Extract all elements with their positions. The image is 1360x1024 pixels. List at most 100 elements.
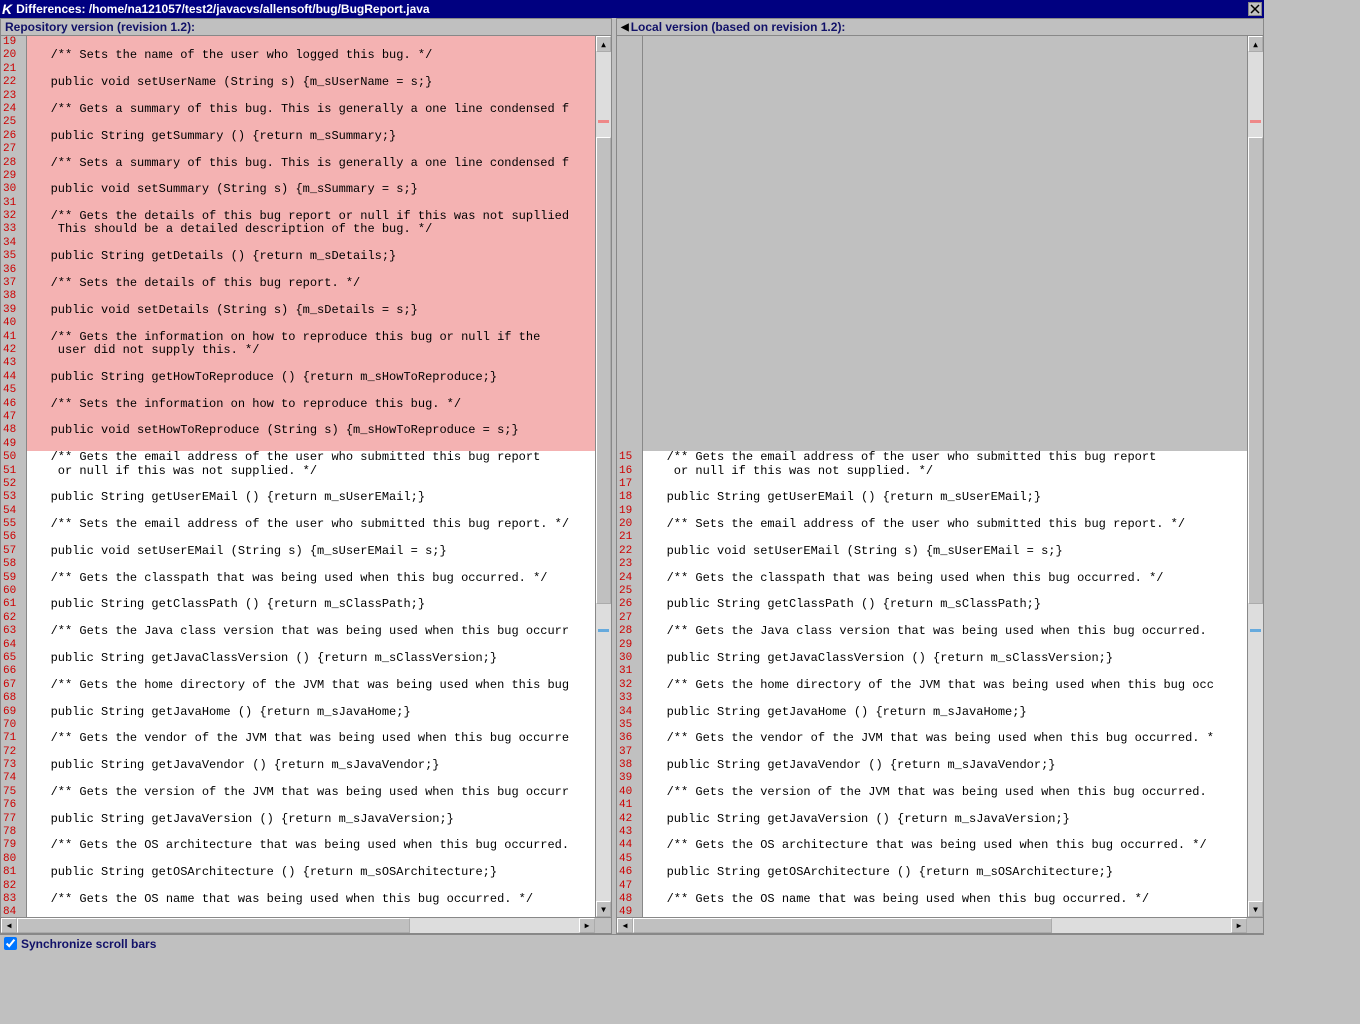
code-line[interactable]: /** Gets the home directory of the JVM t… (643, 679, 1247, 692)
code-line[interactable] (643, 210, 1247, 223)
code-line[interactable] (27, 237, 595, 250)
code-line[interactable] (643, 639, 1247, 652)
scroll-track[interactable] (596, 52, 611, 901)
code-line[interactable]: public String getJavaVendor () {return m… (643, 759, 1247, 772)
code-line[interactable]: public String getJavaClassVersion () {re… (27, 652, 595, 665)
code-line[interactable] (643, 90, 1247, 103)
code-line[interactable] (643, 304, 1247, 317)
code-line[interactable]: /** Gets the classpath that was being us… (643, 572, 1247, 585)
code-line[interactable] (643, 558, 1247, 571)
code-line[interactable] (643, 103, 1247, 116)
code-line[interactable]: public void setHowToReproduce (String s)… (27, 424, 595, 437)
code-line[interactable] (643, 853, 1247, 866)
code-line[interactable]: /** Gets the version of the JVM that was… (643, 786, 1247, 799)
code-line[interactable] (643, 290, 1247, 303)
code-line[interactable]: /** Gets the OS name that was being used… (643, 893, 1247, 906)
scroll-track[interactable] (1248, 52, 1263, 901)
code-line[interactable]: or null if this was not supplied. */ (643, 465, 1247, 478)
code-line[interactable] (27, 853, 595, 866)
code-line[interactable]: /** Gets the details of this bug report … (27, 210, 595, 223)
code-line[interactable] (643, 331, 1247, 344)
code-line[interactable]: /** Gets the Java class version that was… (643, 625, 1247, 638)
code-line[interactable] (643, 746, 1247, 759)
scroll-down-button[interactable]: ▼ (1248, 901, 1263, 917)
code-line[interactable]: /** Sets the information on how to repro… (27, 398, 595, 411)
code-line[interactable] (27, 880, 595, 893)
titlebar[interactable]: K Differences: /home/na121057/test2/java… (0, 0, 1264, 18)
scroll-up-button[interactable]: ▲ (1248, 36, 1263, 52)
code-line[interactable] (27, 665, 595, 678)
code-line[interactable]: public String getClassPath () {return m_… (27, 598, 595, 611)
code-line[interactable]: /** Gets the classpath that was being us… (27, 572, 595, 585)
code-line[interactable]: /** Gets the version of the JVM that was… (27, 786, 595, 799)
code-line[interactable] (643, 357, 1247, 370)
code-line[interactable] (643, 130, 1247, 143)
code-line[interactable] (643, 438, 1247, 451)
right-scrollbar-horizontal[interactable]: ◀ ▶ (617, 917, 1263, 933)
code-line[interactable] (643, 116, 1247, 129)
code-line[interactable] (643, 411, 1247, 424)
code-line[interactable] (643, 398, 1247, 411)
code-line[interactable] (643, 478, 1247, 491)
scroll-track-h[interactable] (17, 918, 579, 933)
code-line[interactable] (643, 36, 1247, 49)
code-line[interactable] (643, 424, 1247, 437)
code-line[interactable]: /** Gets the Java class version that was… (27, 625, 595, 638)
code-line[interactable] (643, 49, 1247, 62)
scroll-down-button[interactable]: ▼ (596, 901, 611, 917)
code-line[interactable] (643, 237, 1247, 250)
code-line[interactable] (27, 505, 595, 518)
code-line[interactable]: public String getJavaVersion () {return … (643, 813, 1247, 826)
code-line[interactable]: /** Gets the vendor of the JVM that was … (643, 732, 1247, 745)
code-line[interactable]: public String getOSArchitecture () {retu… (27, 866, 595, 879)
code-line[interactable]: public String getHowToReproduce () {retu… (27, 371, 595, 384)
code-line[interactable]: public void setSummary (String s) {m_sSu… (27, 183, 595, 196)
scroll-right-button[interactable]: ▶ (579, 918, 595, 933)
code-line[interactable] (27, 906, 595, 917)
code-line[interactable] (27, 799, 595, 812)
code-line[interactable] (643, 826, 1247, 839)
code-line[interactable] (27, 719, 595, 732)
code-line[interactable] (643, 906, 1247, 917)
code-line[interactable] (643, 612, 1247, 625)
code-line[interactable]: /** Gets the email address of the user w… (643, 451, 1247, 464)
code-line[interactable]: This should be a detailed description of… (27, 223, 595, 236)
code-line[interactable] (27, 63, 595, 76)
code-line[interactable] (27, 317, 595, 330)
code-line[interactable]: public void setUserEMail (String s) {m_s… (27, 545, 595, 558)
code-line[interactable] (643, 772, 1247, 785)
code-line[interactable] (27, 692, 595, 705)
code-line[interactable]: /** Sets the email address of the user w… (27, 518, 595, 531)
code-line[interactable] (27, 36, 595, 49)
code-line[interactable]: /** Gets the OS architecture that was be… (643, 839, 1247, 852)
code-line[interactable] (27, 264, 595, 277)
code-line[interactable]: public String getUserEMail () {return m_… (643, 491, 1247, 504)
code-line[interactable] (27, 746, 595, 759)
code-line[interactable]: public String getDetails () {return m_sD… (27, 250, 595, 263)
code-line[interactable] (27, 772, 595, 785)
code-line[interactable]: /** Gets the OS architecture that was be… (27, 839, 595, 852)
code-line[interactable] (643, 223, 1247, 236)
code-line[interactable] (643, 143, 1247, 156)
left-scrollbar-horizontal[interactable]: ◀ ▶ (1, 917, 611, 933)
code-line[interactable] (643, 371, 1247, 384)
code-line[interactable] (643, 76, 1247, 89)
code-line[interactable] (27, 612, 595, 625)
code-line[interactable]: public void setUserName (String s) {m_sU… (27, 76, 595, 89)
code-line[interactable]: user did not supply this. */ (27, 344, 595, 357)
scroll-up-button[interactable]: ▲ (596, 36, 611, 52)
scroll-right-button[interactable]: ▶ (1231, 918, 1247, 933)
code-line[interactable] (27, 290, 595, 303)
code-line[interactable] (27, 639, 595, 652)
code-line[interactable] (27, 411, 595, 424)
code-line[interactable]: public String getClassPath () {return m_… (643, 598, 1247, 611)
code-line[interactable] (643, 183, 1247, 196)
code-line[interactable] (27, 558, 595, 571)
code-line[interactable] (27, 531, 595, 544)
code-line[interactable] (643, 197, 1247, 210)
code-line[interactable]: public String getJavaHome () {return m_s… (27, 706, 595, 719)
code-line[interactable] (27, 197, 595, 210)
code-line[interactable] (643, 277, 1247, 290)
code-line[interactable] (643, 250, 1247, 263)
code-line[interactable] (643, 719, 1247, 732)
